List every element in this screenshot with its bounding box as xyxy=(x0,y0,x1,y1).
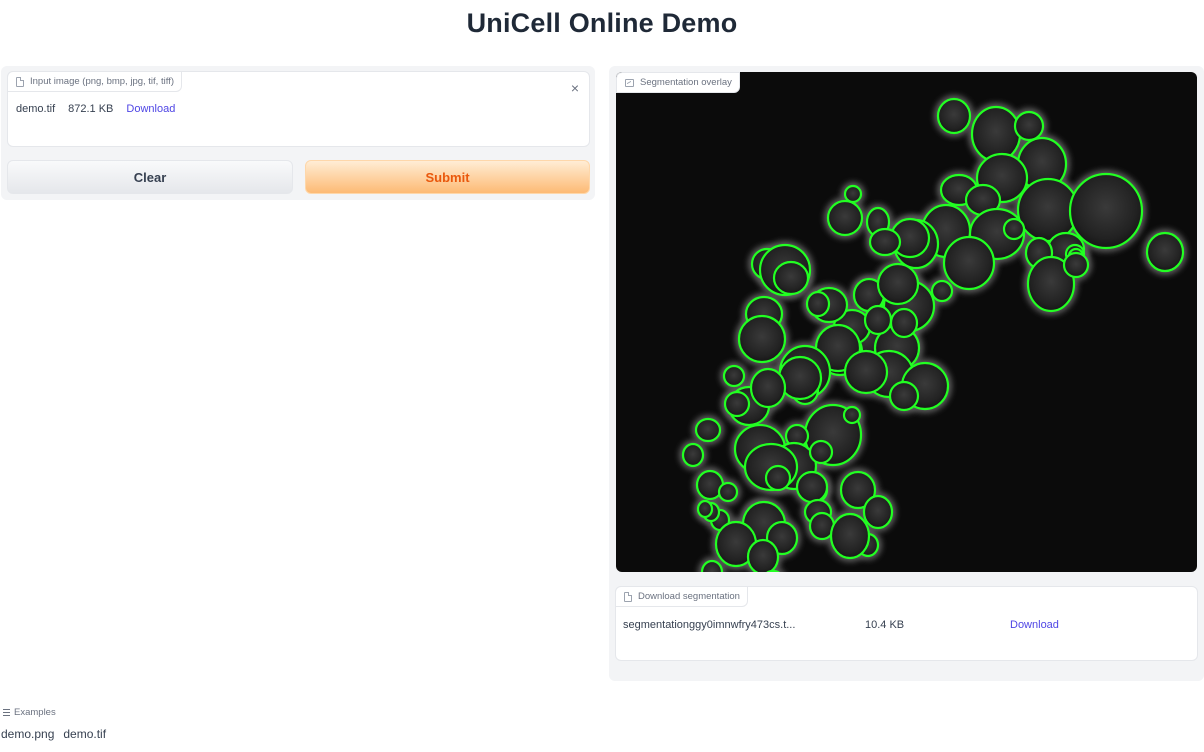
segmentation-overlay-image[interactable]: Segmentation overlay xyxy=(616,72,1197,572)
list-icon xyxy=(3,709,10,716)
cell-outline xyxy=(942,235,996,291)
cell-outline xyxy=(764,464,792,492)
cell-outline xyxy=(749,367,787,409)
seg-file-name: segmentationggy0imnwfry473cs.t... xyxy=(623,619,796,631)
seg-download-link[interactable]: Download xyxy=(1010,619,1059,631)
cell-outline xyxy=(876,262,920,306)
output-column: Segmentation overlay Download segmentati… xyxy=(609,66,1204,681)
cell-outline xyxy=(696,499,714,519)
page-title: UniCell Online Demo xyxy=(466,8,738,38)
cell-outline xyxy=(970,105,1022,163)
cell-outline xyxy=(1013,110,1045,142)
cell-outline xyxy=(868,227,902,257)
cell-outline xyxy=(930,279,954,303)
input-label: Input image (png, bmp, jpg, tif, tiff) xyxy=(7,71,182,92)
clear-button[interactable]: Clear xyxy=(7,160,293,194)
cell-outline xyxy=(1002,217,1026,241)
cell-outline xyxy=(746,538,780,572)
input-file-name: demo.tif xyxy=(16,103,56,115)
cell-outline xyxy=(863,304,893,336)
file-icon xyxy=(624,591,632,602)
submit-button[interactable]: Submit xyxy=(305,160,590,194)
cell-outline xyxy=(842,405,862,425)
examples-list: demo.png demo.tif xyxy=(1,727,106,741)
overlay-label: Segmentation overlay xyxy=(616,72,740,93)
cell-outline xyxy=(805,290,831,318)
cell-outline xyxy=(694,417,722,443)
cell-outline xyxy=(717,481,739,503)
cell-outline xyxy=(772,260,810,296)
example-item[interactable]: demo.tif xyxy=(63,727,106,741)
cell-outline xyxy=(843,349,889,395)
download-segmentation-block: Download segmentation segmentationggy0im… xyxy=(615,586,1198,661)
cell-outline xyxy=(843,184,863,204)
seg-file-size: 10.4 KB xyxy=(865,619,905,631)
cell-outline xyxy=(808,439,834,465)
close-icon[interactable]: × xyxy=(571,81,579,95)
download-seg-label: Download segmentation xyxy=(615,586,748,607)
cell-outline xyxy=(1062,251,1090,279)
example-item[interactable]: demo.png xyxy=(1,727,54,741)
cell-outline xyxy=(862,494,894,530)
examples-header: Examples xyxy=(3,707,56,718)
input-file-block[interactable]: Input image (png, bmp, jpg, tif, tiff) ×… xyxy=(7,71,590,147)
cell-outline xyxy=(888,380,920,412)
cell-outline xyxy=(1145,231,1185,273)
input-download-link[interactable]: Download xyxy=(126,103,175,115)
cell-outline xyxy=(829,512,871,560)
overlay-label-text: Segmentation overlay xyxy=(640,77,732,88)
cell-outline xyxy=(795,470,829,504)
cell-outline xyxy=(826,199,864,237)
cell-outline xyxy=(700,559,724,572)
cell-outline xyxy=(737,314,787,364)
cell-outline xyxy=(1068,172,1144,250)
cell-outline xyxy=(936,97,972,135)
cell-outline xyxy=(722,364,746,388)
input-file-row: demo.tif 872.1 KB Download xyxy=(16,103,175,115)
file-icon xyxy=(16,76,24,87)
examples-label: Examples xyxy=(14,707,56,718)
cell-outline xyxy=(681,442,705,468)
download-seg-label-text: Download segmentation xyxy=(638,591,740,602)
input-column: Input image (png, bmp, jpg, tif, tiff) ×… xyxy=(1,66,595,200)
image-icon xyxy=(625,78,634,87)
input-label-text: Input image (png, bmp, jpg, tif, tiff) xyxy=(30,76,174,87)
cell-outline xyxy=(889,307,919,339)
cell-outline xyxy=(723,390,751,418)
input-file-size: 872.1 KB xyxy=(68,103,114,115)
segmentation-canvas xyxy=(679,95,1187,572)
